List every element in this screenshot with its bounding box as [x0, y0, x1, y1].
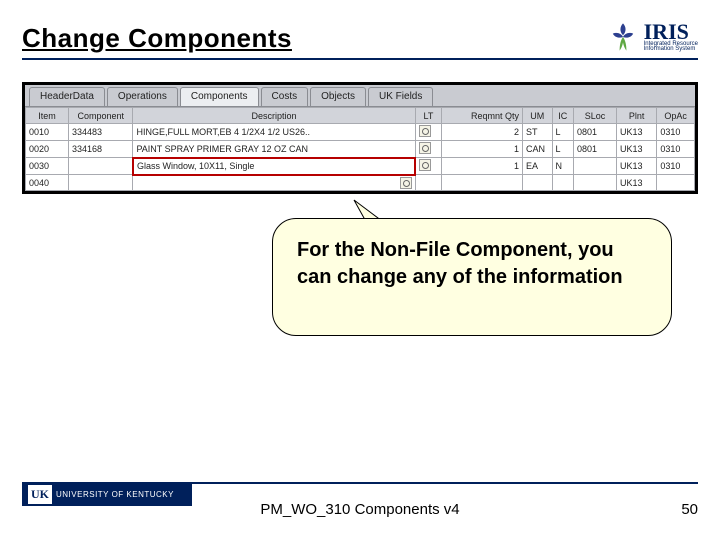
col-description: Description	[133, 108, 415, 124]
components-panel: HeaderData Operations Components Costs O…	[22, 82, 698, 194]
table-row[interactable]: 0030 Glass Window, 10X11, Single 1 EA N …	[26, 158, 695, 175]
cell-qty[interactable]: 1	[442, 158, 523, 175]
uk-text: UNIVERSITY OF KENTUCKY	[56, 490, 174, 499]
iris-logo: IRIS Integrated Resource Information Sys…	[606, 20, 698, 54]
table-row[interactable]: 0040 UK13	[26, 175, 695, 191]
cell-um[interactable]	[523, 175, 553, 191]
table-header-row: Item Component Description LT Reqmnt Qty…	[26, 108, 695, 124]
search-help-icon[interactable]	[400, 177, 412, 189]
cell-ic[interactable]: N	[552, 158, 573, 175]
cell-opac[interactable]: 0310	[657, 141, 695, 158]
col-plnt: Plnt	[617, 108, 657, 124]
table-row[interactable]: 0020 334168 PAINT SPRAY PRIMER GRAY 12 O…	[26, 141, 695, 158]
cell-sloc[interactable]	[574, 175, 617, 191]
cell-component[interactable]	[68, 158, 132, 175]
callout-bubble: For the Non-File Component, you can chan…	[272, 218, 672, 336]
cell-sloc[interactable]: 0801	[574, 124, 617, 141]
cell-description[interactable]: PAINT SPRAY PRIMER GRAY 12 OZ CAN	[133, 141, 415, 158]
cell-lt[interactable]	[415, 158, 442, 175]
col-um: UM	[523, 108, 553, 124]
table-row[interactable]: 0010 334483 HINGE,FULL MORT,EB 4 1/2X4 1…	[26, 124, 695, 141]
col-item: Item	[26, 108, 69, 124]
cell-qty[interactable]: 2	[442, 124, 523, 141]
cell-lt[interactable]	[415, 175, 442, 191]
cell-description[interactable]	[133, 175, 415, 191]
footer-center: PM_WO_310 Components v4	[0, 501, 720, 518]
col-ic: IC	[552, 108, 573, 124]
cell-plnt[interactable]: UK13	[617, 124, 657, 141]
iris-sub2: Information System	[644, 47, 698, 52]
search-help-icon[interactable]	[419, 159, 431, 171]
iris-name: IRIS	[644, 22, 698, 42]
cell-item[interactable]: 0030	[26, 158, 69, 175]
components-table: Item Component Description LT Reqmnt Qty…	[25, 107, 695, 191]
cell-component[interactable]: 334483	[68, 124, 132, 141]
callout-text: For the Non-File Component, you can chan…	[297, 239, 623, 288]
col-reqmnt-qty: Reqmnt Qty	[442, 108, 523, 124]
slide-header: Change Components IRIS Integrated Resour…	[22, 16, 698, 60]
cell-item[interactable]: 0020	[26, 141, 69, 158]
cell-plnt[interactable]: UK13	[617, 141, 657, 158]
search-help-icon[interactable]	[419, 142, 431, 154]
cell-qty[interactable]	[442, 175, 523, 191]
page-title: Change Components	[22, 23, 292, 54]
cell-opac[interactable]: 0310	[657, 158, 695, 175]
cell-sloc[interactable]: 0801	[574, 141, 617, 158]
tab-ukfields[interactable]: UK Fields	[368, 87, 433, 106]
col-component: Component	[68, 108, 132, 124]
search-help-icon[interactable]	[419, 125, 431, 137]
col-lt: LT	[415, 108, 442, 124]
cell-description[interactable]: HINGE,FULL MORT,EB 4 1/2X4 1/2 US26..	[133, 124, 415, 141]
tab-headerdata[interactable]: HeaderData	[29, 87, 105, 106]
tab-components[interactable]: Components	[180, 87, 259, 106]
tab-costs[interactable]: Costs	[261, 87, 309, 106]
cell-ic[interactable]	[552, 175, 573, 191]
cell-component[interactable]	[68, 175, 132, 191]
iris-flower-icon	[606, 20, 640, 54]
tab-objects[interactable]: Objects	[310, 87, 366, 106]
col-sloc: SLoc	[574, 108, 617, 124]
cell-description-highlighted[interactable]: Glass Window, 10X11, Single	[133, 158, 415, 175]
cell-um[interactable]: CAN	[523, 141, 553, 158]
tab-strip: HeaderData Operations Components Costs O…	[25, 85, 695, 107]
cell-um[interactable]: EA	[523, 158, 553, 175]
cell-qty[interactable]: 1	[442, 141, 523, 158]
cell-item[interactable]: 0040	[26, 175, 69, 191]
page-number: 50	[681, 501, 698, 518]
cell-component[interactable]: 334168	[68, 141, 132, 158]
tab-operations[interactable]: Operations	[107, 87, 178, 106]
cell-lt[interactable]	[415, 141, 442, 158]
cell-ic[interactable]: L	[552, 124, 573, 141]
cell-um[interactable]: ST	[523, 124, 553, 141]
cell-opac[interactable]	[657, 175, 695, 191]
col-opac: OpAc	[657, 108, 695, 124]
cell-plnt[interactable]: UK13	[617, 158, 657, 175]
cell-sloc[interactable]	[574, 158, 617, 175]
cell-ic[interactable]: L	[552, 141, 573, 158]
cell-lt[interactable]	[415, 124, 442, 141]
cell-opac[interactable]: 0310	[657, 124, 695, 141]
cell-plnt[interactable]: UK13	[617, 175, 657, 191]
cell-item[interactable]: 0010	[26, 124, 69, 141]
